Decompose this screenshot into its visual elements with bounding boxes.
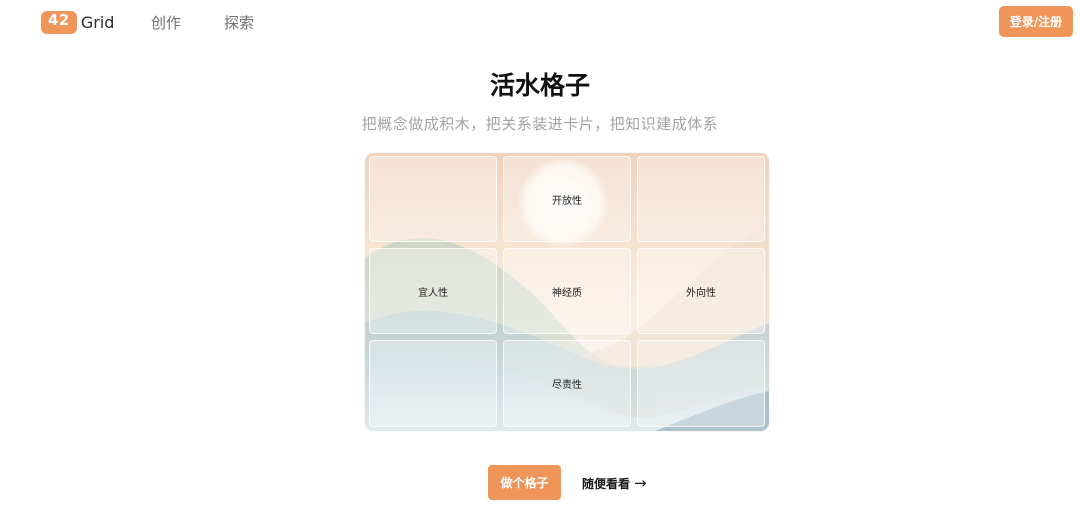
grid-cell-top-center[interactable]: 开放性 (503, 156, 631, 242)
grid-cell-middle-left[interactable]: 宜人性 (369, 248, 497, 334)
browse-random-label: 随便看看 (582, 476, 631, 491)
grid-cell-bottom-right[interactable] (637, 340, 765, 427)
logo[interactable]: 42 Grid (41, 10, 114, 34)
grid-cell-label: 开放性 (552, 195, 582, 207)
nav-link-create[interactable]: 创作 (151, 12, 181, 33)
logo-text: Grid (80, 12, 115, 32)
page-title: 活水格子 (489, 71, 590, 100)
grid-cell-top-left[interactable] (369, 156, 497, 242)
grid-cell-bottom-left[interactable] (369, 340, 497, 427)
grid-cell-middle-right[interactable]: 外向性 (637, 248, 765, 334)
page-subtitle: 把概念做成积木，把关系装进卡片，把知识建成体系 (361, 115, 719, 133)
login-register-button[interactable]: 登录/注册 (999, 6, 1073, 37)
top-navigation: 42 Grid 创作 探索 登录/注册 (0, 0, 1080, 44)
grid-cell-label: 尽责性 (552, 380, 582, 391)
grid-cell-label: 神经质 (552, 287, 582, 299)
grid-preview: 开放性 宜人性 神经质 外向性 尽责性 (365, 153, 769, 431)
grid-cell-label: 宜人性 (418, 287, 448, 299)
nav-link-explore[interactable]: 探索 (224, 12, 254, 33)
page: 42 Grid 创作 探索 登录/注册 活水格子 把概念做成积木，把关系装进卡片… (0, 0, 1080, 520)
grid-cell-top-right[interactable] (637, 156, 765, 242)
grid-cell-label: 外向性 (686, 287, 716, 299)
grid-cells: 开放性 宜人性 神经质 外向性 尽责性 (369, 156, 765, 427)
logo-badge: 42 (41, 10, 77, 34)
make-grid-button[interactable]: 做个格子 (488, 465, 561, 500)
grid-cell-bottom-center[interactable]: 尽责性 (503, 340, 631, 427)
arrow-right-icon: → (634, 474, 647, 492)
browse-random-link[interactable]: 随便看看 → (582, 474, 647, 492)
grid-cell-center[interactable]: 神经质 (503, 248, 631, 334)
